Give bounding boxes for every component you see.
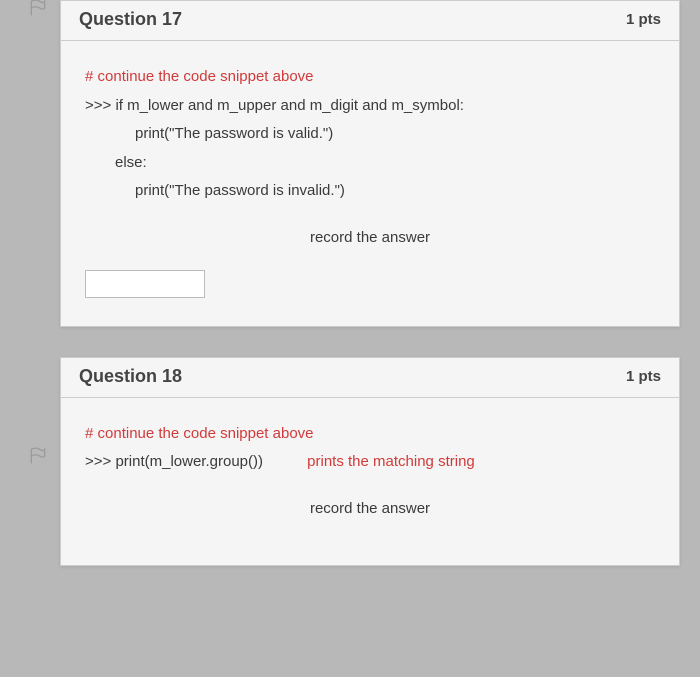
- flag-icon[interactable]: [28, 446, 50, 466]
- code-line: print("The password is valid."): [85, 120, 655, 149]
- record-answer-label: record the answer: [85, 206, 655, 269]
- code-annotation: prints the matching string: [307, 453, 475, 470]
- question-title: Question 18: [79, 366, 182, 387]
- flag-icon[interactable]: [28, 0, 50, 18]
- code-line: >>> print(m_lower.group()): [85, 453, 263, 470]
- question-points: 1 pts: [626, 368, 661, 385]
- question-title: Question 17: [79, 9, 182, 30]
- answer-input[interactable]: [85, 270, 205, 298]
- question-points: 1 pts: [626, 11, 661, 28]
- question-17-block: Question 17 1 pts # continue the code sn…: [60, 0, 680, 327]
- code-line: >>> if m_lower and m_upper and m_digit a…: [85, 92, 655, 121]
- code-line-with-annotation: >>> print(m_lower.group()) prints the ma…: [85, 448, 655, 477]
- question-body: # continue the code snippet above >>> pr…: [61, 398, 679, 566]
- code-line: else:: [85, 149, 655, 178]
- record-answer-label: record the answer: [85, 477, 655, 540]
- question-header: Question 17 1 pts: [61, 1, 679, 41]
- code-comment: # continue the code snippet above: [85, 420, 655, 449]
- question-body: # continue the code snippet above >>> if…: [61, 41, 679, 326]
- code-line: print("The password is invalid."): [85, 177, 655, 206]
- code-comment: # continue the code snippet above: [85, 63, 655, 92]
- question-18-block: Question 18 1 pts # continue the code sn…: [60, 357, 680, 567]
- question-header: Question 18 1 pts: [61, 358, 679, 398]
